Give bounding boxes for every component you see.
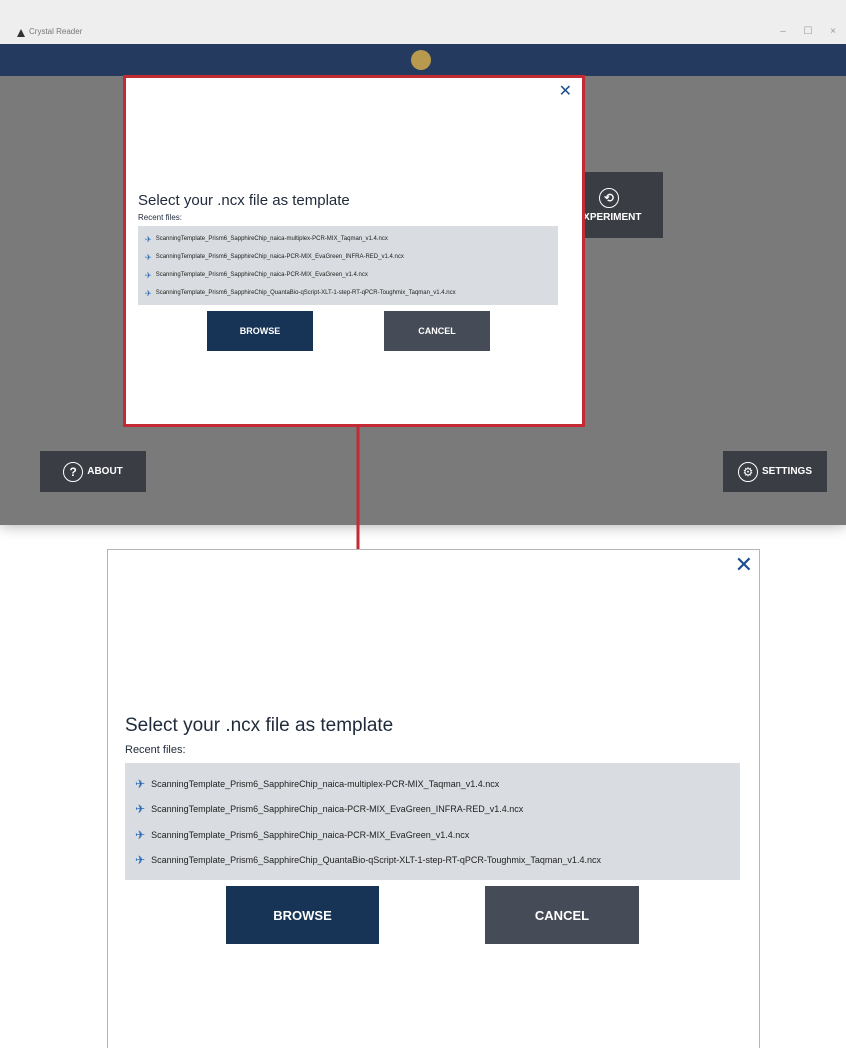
- recent-files-list: ✈ ScanningTemplate_Prism6_SapphireChip_na…: [138, 226, 558, 305]
- settings-button[interactable]: ⚙ SETTINGS: [723, 451, 827, 492]
- pin-icon: ✈: [145, 252, 152, 262]
- recent-file-item[interactable]: ✈ ScanningTemplate_Prism6_SapphireChip_Qu…: [125, 848, 740, 874]
- title-bar: Crystal Reader – ☐ ×: [0, 0, 846, 44]
- app-icon: [17, 29, 25, 37]
- recent-file-item[interactable]: ✈ ScanningTemplate_Prism6_SapphireChip_na…: [125, 822, 740, 848]
- recent-file-item[interactable]: ✈ ScanningTemplate_Prism6_SapphireChip_na…: [125, 771, 740, 797]
- recent-file-item[interactable]: ✈ ScanningTemplate_Prism6_SapphireChip_na…: [125, 797, 740, 823]
- cancel-button[interactable]: CANCEL: [485, 886, 639, 944]
- help-icon: ?: [63, 461, 84, 482]
- experiment-icon: ⟲: [599, 187, 619, 208]
- maximize-button[interactable]: ☐: [799, 26, 817, 38]
- recent-files-label: Recent files:: [138, 213, 183, 222]
- settings-label: SETTINGS: [761, 466, 812, 477]
- experiment-label: EXPERIMENT: [576, 211, 642, 223]
- close-icon[interactable]: ✕: [559, 81, 572, 101]
- pin-icon: ✈: [145, 234, 152, 244]
- close-icon[interactable]: ✕: [735, 554, 753, 576]
- close-window-button[interactable]: ×: [824, 26, 842, 38]
- about-label: ABOUT: [87, 466, 123, 477]
- pin-icon: ✈: [135, 776, 146, 791]
- brand-logo: [411, 50, 431, 70]
- recent-file-item[interactable]: ✈ ScanningTemplate_Prism6_SapphireChip_Qu…: [138, 284, 558, 302]
- browse-button[interactable]: BROWSE: [207, 311, 313, 351]
- recent-file-item[interactable]: ✈ ScanningTemplate_Prism6_SapphireChip_na…: [138, 248, 558, 266]
- app-header: [0, 44, 846, 76]
- pin-icon: ✈: [135, 802, 146, 817]
- recent-file-item[interactable]: ✈ ScanningTemplate_Prism6_SapphireChip_na…: [138, 266, 558, 284]
- recent-files-list: ✈ ScanningTemplate_Prism6_SapphireChip_na…: [125, 763, 740, 880]
- window-title: Crystal Reader: [29, 27, 83, 36]
- dialog-heading: Select your .ncx file as template: [138, 192, 350, 209]
- gear-icon: ⚙: [737, 461, 758, 482]
- template-dialog-enlarged: ✕ Select your .ncx file as template Rece…: [107, 549, 760, 1048]
- minimize-button[interactable]: –: [774, 26, 792, 38]
- browse-button[interactable]: BROWSE: [226, 886, 379, 944]
- template-dialog-thumbnail: ✕ Select your .ncx file as template Rece…: [123, 75, 585, 427]
- pin-icon: ✈: [145, 270, 152, 280]
- recent-file-item[interactable]: ✈ ScanningTemplate_Prism6_SapphireChip_na…: [138, 230, 558, 248]
- about-button[interactable]: ? ABOUT: [40, 451, 146, 492]
- pin-icon: ✈: [145, 288, 152, 298]
- dialog-heading: Select your .ncx file as template: [125, 715, 394, 736]
- app-window: Crystal Reader – ☐ × ⟲ EXPERIMENT ? ABOU…: [0, 0, 846, 525]
- recent-files-label: Recent files:: [125, 744, 186, 756]
- cancel-button[interactable]: CANCEL: [384, 311, 490, 351]
- pin-icon: ✈: [135, 827, 146, 842]
- pin-icon: ✈: [135, 853, 146, 868]
